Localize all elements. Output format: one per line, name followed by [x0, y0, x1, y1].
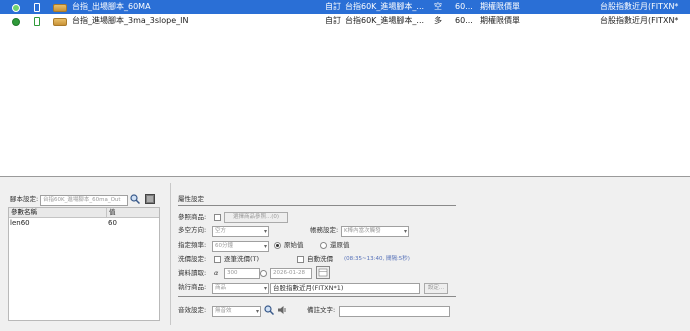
- strategy-direction: 多: [434, 16, 442, 25]
- adjusted-value-radio[interactable]: [320, 242, 327, 249]
- strategy-name: 台指_進場腳本_3ma_3slope_IN: [72, 16, 189, 25]
- note-label: 備註文字:: [307, 306, 336, 314]
- data-date-radio[interactable]: [260, 270, 267, 277]
- auto-wash-time: (08:35~13:40, 間隔:5秒): [344, 256, 410, 262]
- strategy-script: 台指60K_進場腳本_...: [345, 16, 425, 25]
- sound-select[interactable]: 無音效: [212, 306, 261, 317]
- data-read-label: 資料讀取:: [178, 269, 207, 277]
- data-count-field[interactable]: 300: [224, 268, 260, 279]
- direction-label: 多空方向:: [178, 226, 207, 234]
- data-count-radio-label: α: [214, 269, 219, 277]
- param-value-header: 值: [107, 208, 159, 218]
- param-value[interactable]: 60: [108, 218, 117, 228]
- exec-product-label: 執行商品:: [178, 283, 207, 291]
- original-value-label: 原始值: [284, 241, 304, 249]
- adjusted-value-label: 還原值: [330, 241, 350, 249]
- calendar-icon: [316, 266, 330, 279]
- settings-panel: 腳本設定: 台指60K_進場腳本_60ma_Out 參數名稱 值 len60 6…: [0, 177, 690, 331]
- exec-settings-button[interactable]: 設定...: [424, 283, 448, 294]
- strategy-row[interactable]: 台指_進場腳本_3ma_3slope_IN 自訂 台指60K_進場腳本_... …: [0, 14, 690, 28]
- exec-product-field[interactable]: 台股指數近月(FITXN*1): [270, 283, 420, 294]
- auto-wash-checkbox[interactable]: [297, 256, 304, 263]
- strategy-script: 台指60K_進場腳本_...: [345, 2, 425, 11]
- properties-title: 屬性設定: [178, 195, 204, 203]
- parameter-table[interactable]: 參數名稱 值 len60 60: [8, 207, 160, 321]
- select-ref-product-button[interactable]: 選擇商品參照...(0): [224, 212, 288, 223]
- script-name-field[interactable]: 台指60K_進場腳本_60ma_Out: [40, 195, 128, 206]
- tick-wash-label: 逐筆洗價(T): [224, 255, 260, 263]
- strategy-list[interactable]: 台指_出場腳本_60MA 自訂 台指60K_進場腳本_... 空 60... 期…: [0, 0, 690, 177]
- search-icon: [130, 194, 141, 205]
- param-name-header: 參數名稱: [9, 208, 107, 218]
- strategy-period: 60...: [455, 16, 473, 25]
- status-dot-icon: [12, 4, 20, 12]
- script-settings-label: 腳本設定:: [10, 195, 39, 203]
- edit-script-button[interactable]: [145, 194, 155, 204]
- strategy-icon: [53, 4, 67, 12]
- sound-search-button[interactable]: [264, 305, 275, 316]
- search-script-button[interactable]: [130, 194, 141, 205]
- strategy-mode: 自訂: [325, 16, 341, 25]
- frequency-select[interactable]: 60分鐘: [212, 241, 269, 252]
- strategy-order-type: 期權限價單: [480, 2, 520, 11]
- ref-product-checkbox[interactable]: [214, 214, 221, 221]
- status-dot-icon: [12, 18, 20, 26]
- strategy-mode: 自訂: [325, 2, 341, 11]
- note-field[interactable]: [339, 306, 450, 317]
- ref-product-label: 參照商品:: [178, 213, 207, 221]
- mobile-icon: [34, 3, 40, 12]
- strategy-direction: 空: [434, 2, 442, 11]
- panel-divider: [170, 183, 171, 325]
- wash-settings-label: 洗價設定:: [178, 255, 207, 263]
- sound-settings-label: 音效設定:: [178, 306, 207, 314]
- param-name: len60: [10, 219, 30, 227]
- calendar-button[interactable]: [316, 266, 330, 279]
- editor-icon: [145, 194, 155, 204]
- strategy-period: 60...: [455, 2, 473, 11]
- play-sound-button[interactable]: [277, 305, 287, 315]
- strategy-icon: [53, 18, 67, 26]
- speaker-icon: [278, 306, 286, 314]
- frequency-label: 指定頻率:: [178, 241, 207, 249]
- strategy-row[interactable]: 台指_出場腳本_60MA 自訂 台指60K_進場腳本_... 空 60... 期…: [0, 0, 690, 14]
- strategy-product: 台股指數近月(FITXN*: [600, 16, 679, 25]
- data-date-field[interactable]: 2026-01-28: [270, 268, 312, 279]
- direction-select[interactable]: 空方: [212, 226, 269, 237]
- strategy-name: 台指_出場腳本_60MA: [72, 2, 151, 11]
- strategy-product: 台股指數近月(FITXN*: [600, 2, 679, 11]
- auto-wash-label: 自動洗價: [307, 255, 333, 263]
- original-value-radio[interactable]: [274, 242, 281, 249]
- tick-wash-checkbox[interactable]: [214, 256, 221, 263]
- position-label: 帳務設定:: [310, 226, 339, 234]
- divider: [178, 296, 456, 297]
- mobile-icon: [34, 17, 40, 26]
- search-icon: [264, 305, 275, 316]
- position-select[interactable]: K棒內當次觸發: [341, 226, 409, 237]
- divider: [178, 205, 456, 206]
- strategy-order-type: 期權限價單: [480, 16, 520, 25]
- exec-product-select[interactable]: 商品: [212, 283, 269, 294]
